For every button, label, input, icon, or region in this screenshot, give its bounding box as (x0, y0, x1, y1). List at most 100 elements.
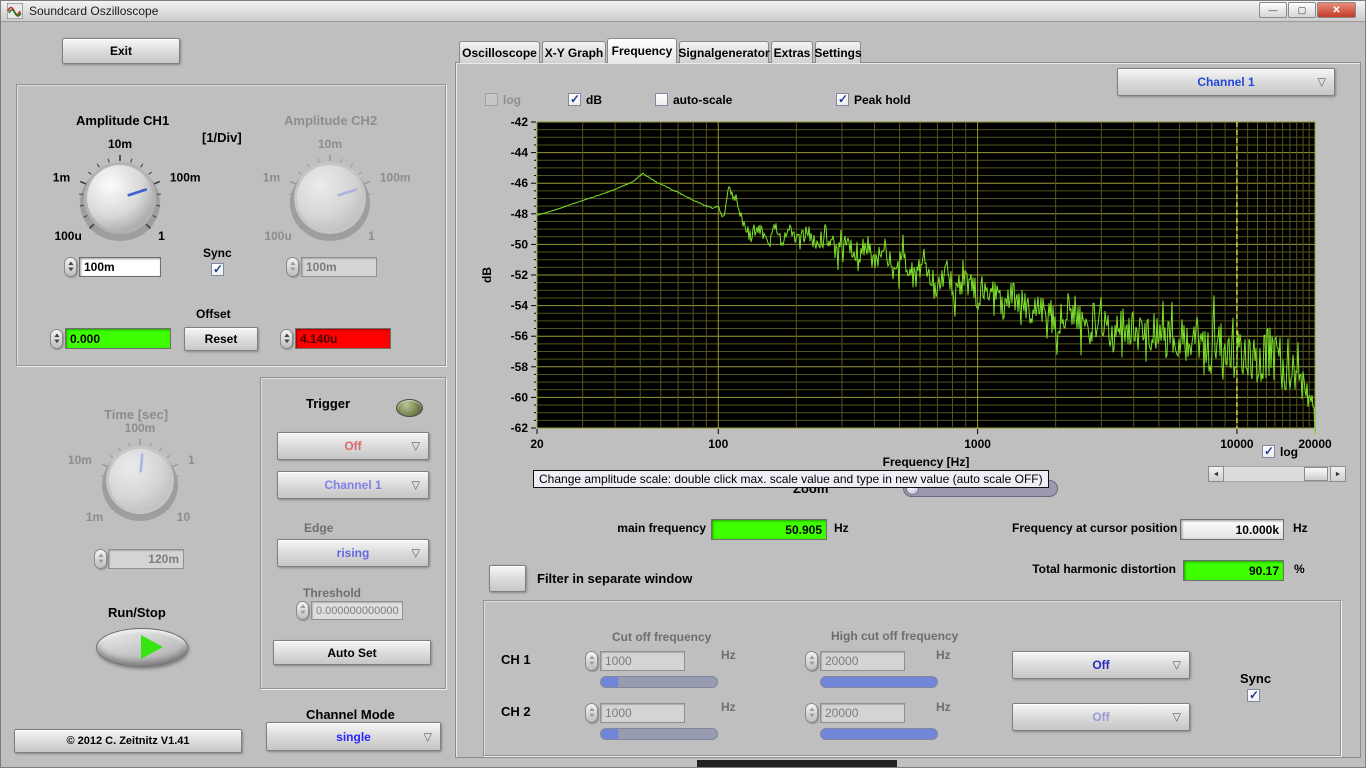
amplitude-ch1-title: Amplitude CH1 (76, 113, 170, 128)
amplitude-ch2-knob[interactable]: 100u 1m 10m 100m 1 (235, 128, 435, 268)
trigger-mode-dropdown[interactable]: Off ▽ (277, 432, 429, 460)
tab-oscilloscope[interactable]: Oscilloscope (459, 41, 540, 63)
y-tick-label[interactable]: -56 (511, 329, 529, 343)
tab-settings[interactable]: Settings (814, 41, 862, 63)
svg-text:10m: 10m (68, 453, 92, 467)
amplitude-ch1-spinner[interactable]: ▲ ▼ (64, 257, 77, 277)
offset-reset-button[interactable]: Reset (184, 327, 258, 351)
filter-ch1-low-spinner[interactable]: ▲ ▼ (585, 651, 598, 671)
filter-ch2-low-spinner[interactable]: ▲ ▼ (585, 703, 598, 723)
checkbox-peak-hold[interactable] (836, 92, 849, 106)
channel-mode-dropdown[interactable]: single ▽ (266, 722, 441, 751)
thd-value: 90.17 (1183, 560, 1284, 581)
knob-pointer (139, 453, 144, 473)
svg-text:10: 10 (177, 510, 191, 524)
y-tick-label[interactable]: -54 (511, 299, 529, 313)
trigger-autoset-button[interactable]: Auto Set (273, 640, 431, 665)
y-tick-label[interactable]: -62 (511, 421, 529, 435)
x-tick-label[interactable]: 10000 (1220, 437, 1254, 451)
y-tick-label[interactable]: -42 (511, 116, 529, 129)
cursor-frequency-label: Frequency at cursor position (1012, 521, 1178, 535)
checkbox-auto-scale[interactable] (655, 93, 668, 106)
offset-ch1-value[interactable]: 0.000 (65, 328, 171, 349)
checkbox-label-db: dB (586, 93, 602, 107)
copyright-button[interactable]: © 2012 C. Zeitnitz V1.41 (14, 729, 242, 753)
scroll-left-button[interactable]: ◄ (1208, 466, 1224, 482)
filter-ch1-low-unit: Hz (721, 648, 736, 662)
x-log-checkbox[interactable] (1262, 444, 1275, 458)
scroll-right-button[interactable]: ► (1330, 466, 1346, 482)
filter-ch2-high-slider[interactable] (820, 728, 938, 740)
filter-sync-checkbox[interactable] (1247, 688, 1260, 702)
slider-fill (821, 729, 937, 739)
slider-fill (601, 677, 618, 687)
maximize-button[interactable]: ▢ (1288, 2, 1316, 18)
tab-frequency[interactable]: Frequency (607, 38, 677, 63)
filter-ch2-high-value[interactable]: 20000 (820, 703, 905, 723)
filter-ch1-high-slider[interactable] (820, 676, 938, 688)
trigger-threshold-value[interactable]: 0.000000000000 (311, 601, 403, 620)
offset-ch1-spinner[interactable]: ▲ ▼ (50, 329, 63, 349)
y-tick-label[interactable]: -48 (511, 207, 529, 221)
checkbox-label-peak-hold: Peak hold (854, 93, 911, 107)
amplitude-ch2-spinner[interactable]: ▲ ▼ (286, 257, 299, 277)
filter-ch2-low-slider[interactable] (600, 728, 718, 740)
spectrum-chart[interactable]: -42 -44 -46 -48 -50 -52 -54 -56 -58 -60 -6220 100 10… (478, 116, 1360, 468)
tab-extras[interactable]: Extras (771, 41, 813, 63)
filter-window-button[interactable] (489, 565, 526, 592)
checkbox-label-log: log (503, 93, 521, 107)
x-tick-label[interactable]: 20000 (1298, 437, 1332, 451)
amplitude-sync-checkbox[interactable] (211, 262, 224, 276)
trigger-edge-label: Edge (304, 521, 334, 535)
trigger-threshold-spinner[interactable]: ▲ ▼ (296, 601, 309, 620)
filter-ch1-low-slider[interactable] (600, 676, 718, 688)
trigger-source-dropdown[interactable]: Channel 1 ▽ (277, 471, 429, 499)
svg-text:1m: 1m (86, 510, 103, 524)
filter-ch1-high-value[interactable]: 20000 (820, 651, 905, 671)
x-tick-label[interactable]: 20 (530, 437, 544, 451)
close-button[interactable]: ✕ (1317, 2, 1356, 18)
svg-text:100m: 100m (380, 170, 411, 184)
filter-ch1-low-value[interactable]: 1000 (600, 651, 685, 671)
filter-ch2-low-value[interactable]: 1000 (600, 703, 685, 723)
cursor-frequency-value[interactable]: 10.000k (1180, 519, 1284, 540)
y-tick-label[interactable]: -52 (511, 268, 529, 282)
filter-ch2-high-spinner[interactable]: ▲ ▼ (805, 703, 818, 723)
y-tick-label[interactable]: -58 (511, 360, 529, 374)
checkbox-db[interactable] (568, 92, 581, 106)
y-tick-label[interactable]: -60 (511, 390, 529, 404)
filter-ch1-high-spinner[interactable]: ▲ ▼ (805, 651, 818, 671)
time-knob[interactable]: 1m 10m 100m 1 10 (55, 420, 225, 540)
minimize-button[interactable]: — (1259, 2, 1287, 18)
tab-x-y-graph[interactable]: X-Y Graph (542, 41, 606, 63)
thd-unit: % (1294, 562, 1305, 576)
offset-ch2-value[interactable]: 4.140u (295, 328, 391, 349)
trigger-edge-dropdown[interactable]: rising ▽ (277, 539, 429, 567)
trigger-title: Trigger (306, 396, 351, 411)
scrollbar-thumb[interactable] (1304, 467, 1328, 481)
amplitude-ch1-knob[interactable]: 100u 1m 10m 100m 1 (25, 128, 225, 268)
filter-ch1-label: CH 1 (501, 652, 531, 667)
time-spinner[interactable]: ▲ ▼ (94, 549, 107, 569)
y-tick-label[interactable]: -46 (511, 176, 529, 190)
x-tick-label[interactable]: 100 (708, 437, 728, 451)
filter-ch1-mode-dropdown[interactable]: Off ▽ (1012, 651, 1190, 679)
exit-button[interactable]: Exit (62, 38, 180, 64)
tab-signalgenerator[interactable]: Signalgenerator (678, 41, 770, 63)
main-frequency-unit: Hz (834, 521, 849, 535)
offset-ch2-spinner[interactable]: ▲ ▼ (280, 329, 293, 349)
y-tick-label[interactable]: -44 (511, 146, 529, 160)
svg-text:1: 1 (368, 229, 375, 243)
chevron-down-icon: ▽ (1172, 711, 1181, 724)
x-tick-label[interactable]: 1000 (964, 437, 991, 451)
run-stop-button[interactable] (96, 628, 188, 667)
y-tick-label[interactable]: -50 (511, 237, 529, 251)
spectrum-channel-dropdown[interactable]: Channel 1 ▽ (1117, 68, 1335, 96)
title-bar[interactable]: Soundcard Oszilloscope — ▢ ✕ (0, 0, 1366, 22)
filter-ch1-high-unit: Hz (936, 648, 951, 662)
filter-window-label: Filter in separate window (537, 571, 693, 586)
checkbox-log[interactable] (485, 93, 498, 106)
app-window: Soundcard Oszilloscope — ▢ ✕ Exit Amplit… (0, 0, 1366, 768)
amplitude-ch1-value[interactable]: 100m (79, 257, 161, 277)
filter-ch2-mode-dropdown[interactable]: Off ▽ (1012, 703, 1190, 731)
